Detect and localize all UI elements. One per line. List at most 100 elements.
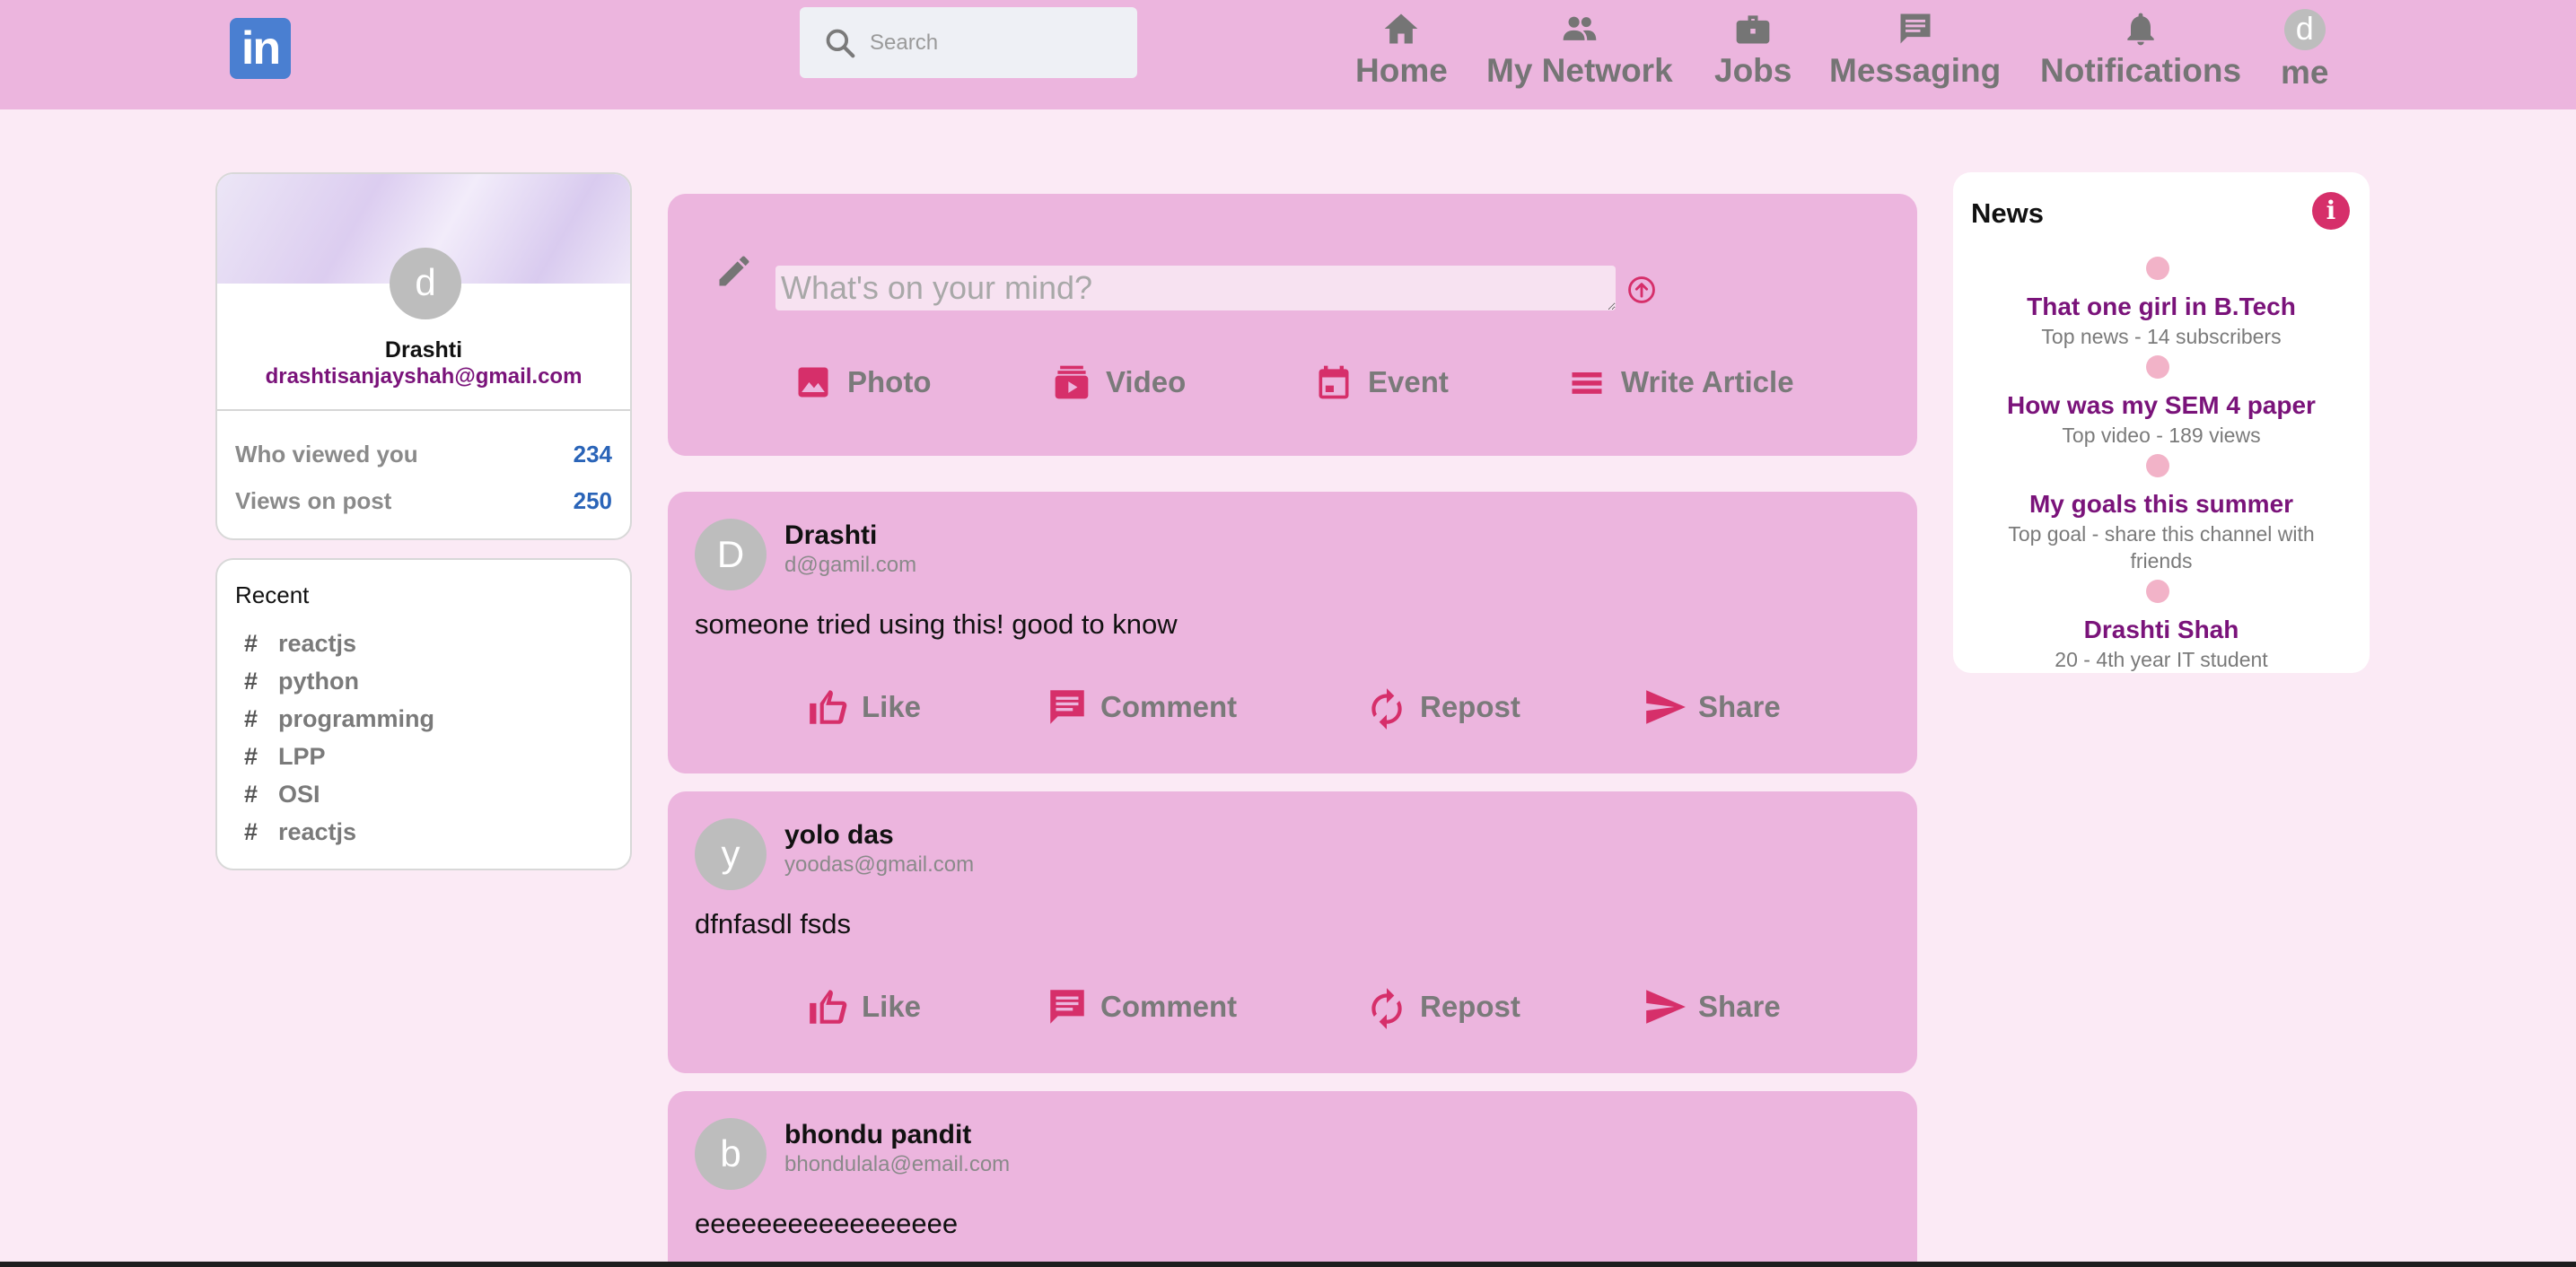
stat-label: Who viewed you: [235, 440, 418, 467]
comment-icon: [1050, 990, 1084, 1024]
recent-item[interactable]: # reactjs: [244, 625, 434, 662]
info-icon[interactable]: i: [2312, 192, 2350, 230]
like-label: Like: [862, 690, 922, 723]
post-author[interactable]: yolo das: [784, 820, 894, 851]
comment-icon: [1050, 690, 1084, 724]
news-bullet: [2146, 355, 2169, 379]
post-author[interactable]: Drashti: [784, 520, 877, 551]
video-button[interactable]: Video: [1052, 355, 1186, 409]
hash-icon: #: [244, 667, 258, 695]
event-button[interactable]: Event: [1314, 355, 1449, 409]
like-button[interactable]: Like: [806, 680, 921, 734]
post-body: eeeeeeeeeeeeeeeee: [695, 1208, 959, 1239]
news-headline[interactable]: My goals this summer: [1953, 490, 2370, 519]
profile-name: Drashti: [384, 337, 463, 363]
recent-item-label: reactjs: [278, 817, 357, 845]
search-icon: [826, 29, 855, 57]
news-bullet: [2146, 257, 2169, 280]
news-subtitle: Top goal - share this channel with frien…: [2008, 522, 2315, 572]
profile-divider: [217, 409, 630, 411]
news-item[interactable]: That one girl in B.Tech Top news - 14 su…: [1953, 257, 2370, 350]
home-icon: [1385, 13, 1418, 44]
linkedin-logo[interactable]: in: [230, 18, 291, 79]
post-text-input[interactable]: [775, 266, 1616, 310]
hash-icon: #: [244, 704, 258, 732]
write-article-button[interactable]: Write Article: [1567, 355, 1794, 409]
recent-item[interactable]: # LPP: [244, 738, 434, 775]
news-subtitle: 20 - 4th year IT student: [2055, 648, 2268, 671]
pencil-icon: [719, 256, 749, 286]
profile-avatar[interactable]: d: [390, 248, 461, 319]
news-headline[interactable]: How was my SEM 4 paper: [1953, 391, 2370, 420]
article-icon: [1572, 372, 1602, 394]
post-avatar[interactable]: b: [695, 1118, 767, 1190]
stat-who-viewed[interactable]: Who viewed you 234: [235, 438, 612, 470]
post-avatar[interactable]: y: [695, 818, 767, 890]
post-author[interactable]: bhondu pandit: [784, 1120, 971, 1150]
send-icon: [1646, 690, 1686, 724]
post-actions: Like Comment Repost Share: [668, 680, 1917, 734]
post-author-email: d@gamil.com: [784, 553, 917, 577]
repost-button[interactable]: Repost: [1364, 680, 1520, 734]
post-author-email: bhondulala@email.com: [784, 1152, 1011, 1176]
recent-card: Recent # reactjs # python # programming # LP…: [215, 558, 632, 870]
recent-item[interactable]: # python: [244, 662, 434, 700]
event-label: Event: [1368, 365, 1449, 398]
repost-button[interactable]: Repost: [1364, 980, 1520, 1034]
search-input[interactable]: [870, 30, 1121, 56]
news-headline[interactable]: Drashti Shah: [1953, 616, 2370, 644]
comment-button[interactable]: Comment: [1045, 980, 1237, 1034]
thumbs-up-icon: [810, 690, 847, 724]
nav-notifications[interactable]: Notifications: [2040, 9, 2241, 95]
nav-jobs[interactable]: Jobs: [1714, 9, 1792, 95]
hash-icon: #: [244, 817, 258, 845]
window-bottom-edge: [0, 1262, 2576, 1267]
nav-home[interactable]: Home: [1355, 9, 1448, 95]
nav-my-network-label: My Network: [1486, 52, 1673, 89]
profile-email: drashtisanjayshah@gmail.com: [265, 364, 583, 389]
recent-item[interactable]: # programming: [244, 700, 434, 738]
hash-icon: #: [244, 629, 258, 657]
chat-icon: [1900, 13, 1931, 44]
video-icon: [1055, 365, 1089, 399]
nav-me[interactable]: d me: [2281, 9, 2328, 95]
news-item[interactable]: My goals this summer Top goal - share th…: [1953, 454, 2370, 574]
recent-item-label: reactjs: [278, 629, 357, 657]
photo-button[interactable]: Photo: [793, 355, 931, 409]
repost-label: Repost: [1420, 990, 1520, 1023]
nav-messaging-label: Messaging: [1829, 52, 2002, 89]
thumbs-up-icon: [810, 990, 847, 1024]
search-box[interactable]: [800, 7, 1137, 78]
photo-label: Photo: [847, 365, 932, 398]
nav-my-network[interactable]: My Network: [1486, 9, 1673, 95]
post-card: b bhondu pandit bhondulala@email.com eee…: [668, 1091, 1917, 1267]
news-item[interactable]: Drashti Shah 20 - 4th year IT student: [1953, 580, 2370, 673]
write-article-label: Write Article: [1621, 365, 1794, 398]
recent-title: Recent: [235, 581, 310, 608]
people-icon: [1563, 16, 1597, 40]
nav-messaging[interactable]: Messaging: [1829, 9, 2001, 95]
calendar-icon: [1319, 365, 1349, 399]
stat-views-on-post[interactable]: Views on post 250: [235, 485, 612, 517]
news-item[interactable]: How was my SEM 4 paper Top video - 189 v…: [1953, 355, 2370, 449]
me-avatar[interactable]: d: [2283, 9, 2326, 50]
recent-item[interactable]: # OSI: [244, 775, 434, 813]
share-label: Share: [1698, 990, 1781, 1023]
repost-icon: [1371, 988, 1402, 1029]
share-button[interactable]: Share: [1643, 980, 1781, 1034]
post-body: dfnfasdl fsds: [695, 908, 852, 939]
post-body: someone tried using this! good to know: [695, 608, 1178, 640]
comment-label: Comment: [1100, 690, 1238, 723]
stat-value: 250: [573, 486, 612, 514]
recent-item[interactable]: # reactjs: [244, 813, 434, 851]
comment-button[interactable]: Comment: [1045, 680, 1237, 734]
like-button[interactable]: Like: [806, 980, 921, 1034]
stat-value: 234: [573, 440, 612, 467]
upload-arrow-icon[interactable]: [1626, 275, 1657, 305]
recent-item-label: LPP: [278, 742, 326, 770]
post-avatar[interactable]: D: [695, 519, 767, 590]
news-headline[interactable]: That one girl in B.Tech: [1953, 293, 2370, 321]
share-button[interactable]: Share: [1643, 680, 1781, 734]
nav-home-label: Home: [1355, 52, 1448, 89]
news-panel: News i That one girl in B.Tech Top news …: [1953, 172, 2370, 673]
